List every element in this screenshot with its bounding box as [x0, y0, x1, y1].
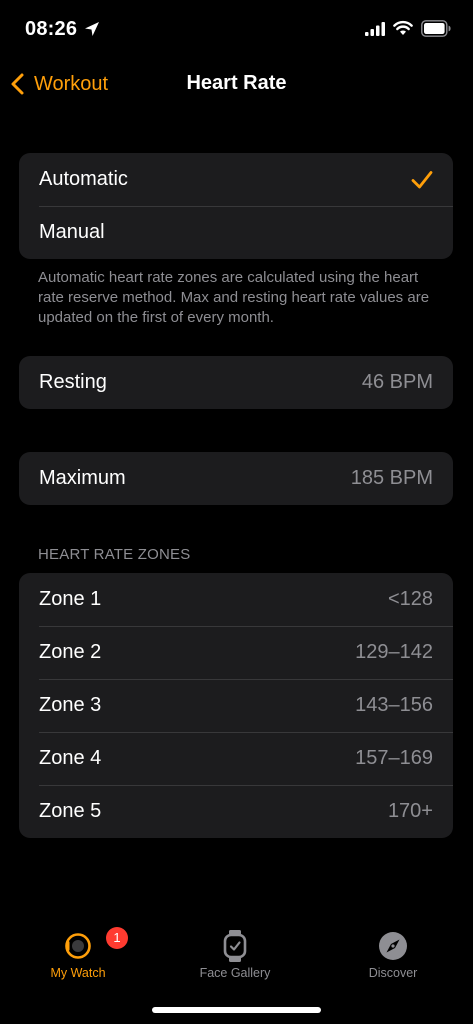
- mode-option-manual[interactable]: Manual: [19, 206, 453, 259]
- home-indicator[interactable]: [152, 1007, 321, 1013]
- status-bar: 08:26: [0, 0, 473, 60]
- status-time: 08:26: [25, 18, 78, 40]
- tab-discover[interactable]: Discover: [333, 920, 453, 984]
- zone-row-2[interactable]: Zone 2 129–142: [19, 626, 453, 679]
- maximum-label: Maximum: [39, 467, 126, 489]
- mode-group: Automatic Manual: [19, 153, 453, 259]
- zone-label: Zone 2: [39, 641, 102, 663]
- watch-icon: [65, 933, 91, 959]
- tab-bar: 1 My Watch Face Gallery Discover: [0, 920, 473, 990]
- mode-option-label: Automatic: [39, 168, 128, 190]
- maximum-group: Maximum 185 BPM: [19, 452, 453, 505]
- zones-section-header: HEART RATE ZONES: [38, 546, 191, 563]
- maximum-value: 185 BPM: [350, 467, 433, 489]
- zone-label: Zone 5: [39, 800, 102, 822]
- resting-row[interactable]: Resting 46 BPM: [19, 356, 453, 409]
- zone-label: Zone 4: [39, 747, 102, 769]
- cellular-signal-icon: [365, 22, 385, 36]
- tab-label: Face Gallery: [199, 966, 271, 980]
- mode-option-automatic[interactable]: Automatic: [19, 153, 453, 206]
- mode-option-label: Manual: [39, 221, 105, 243]
- zone-range: <128: [387, 588, 433, 610]
- wifi-icon: [393, 20, 413, 35]
- tab-my-watch[interactable]: 1 My Watch: [18, 920, 138, 984]
- tab-face-gallery[interactable]: Face Gallery: [175, 920, 295, 984]
- zone-row-1[interactable]: Zone 1 <128: [19, 573, 453, 626]
- zone-label: Zone 1: [39, 588, 102, 610]
- notification-badge: 1: [106, 927, 128, 949]
- zone-row-5[interactable]: Zone 5 170+: [19, 785, 453, 838]
- zones-group: Zone 1 <128 Zone 2 129–142 Zone 3 143–15…: [19, 573, 453, 838]
- zone-row-3[interactable]: Zone 3 143–156: [19, 679, 453, 732]
- tab-label: My Watch: [50, 966, 106, 980]
- resting-value: 46 BPM: [361, 371, 433, 393]
- resting-group: Resting 46 BPM: [19, 356, 453, 409]
- maximum-row[interactable]: Maximum 185 BPM: [19, 452, 453, 505]
- battery-icon: [421, 20, 451, 37]
- zone-label: Zone 3: [39, 694, 102, 716]
- checkmark-icon: [411, 170, 433, 188]
- zone-range: 129–142: [355, 641, 433, 663]
- zone-range: 157–169: [355, 747, 433, 769]
- zone-row-4[interactable]: Zone 4 157–169: [19, 732, 453, 785]
- mode-footnote: Automatic heart rate zones are calculate…: [38, 269, 430, 326]
- watch-face-icon: [223, 930, 247, 962]
- resting-label: Resting: [39, 371, 107, 393]
- location-arrow-icon: [85, 22, 99, 36]
- zone-range: 143–156: [355, 694, 433, 716]
- page-title: Heart Rate: [186, 72, 287, 94]
- tab-label: Discover: [368, 966, 418, 980]
- compass-icon: [379, 932, 407, 960]
- zone-range: 170+: [387, 800, 433, 822]
